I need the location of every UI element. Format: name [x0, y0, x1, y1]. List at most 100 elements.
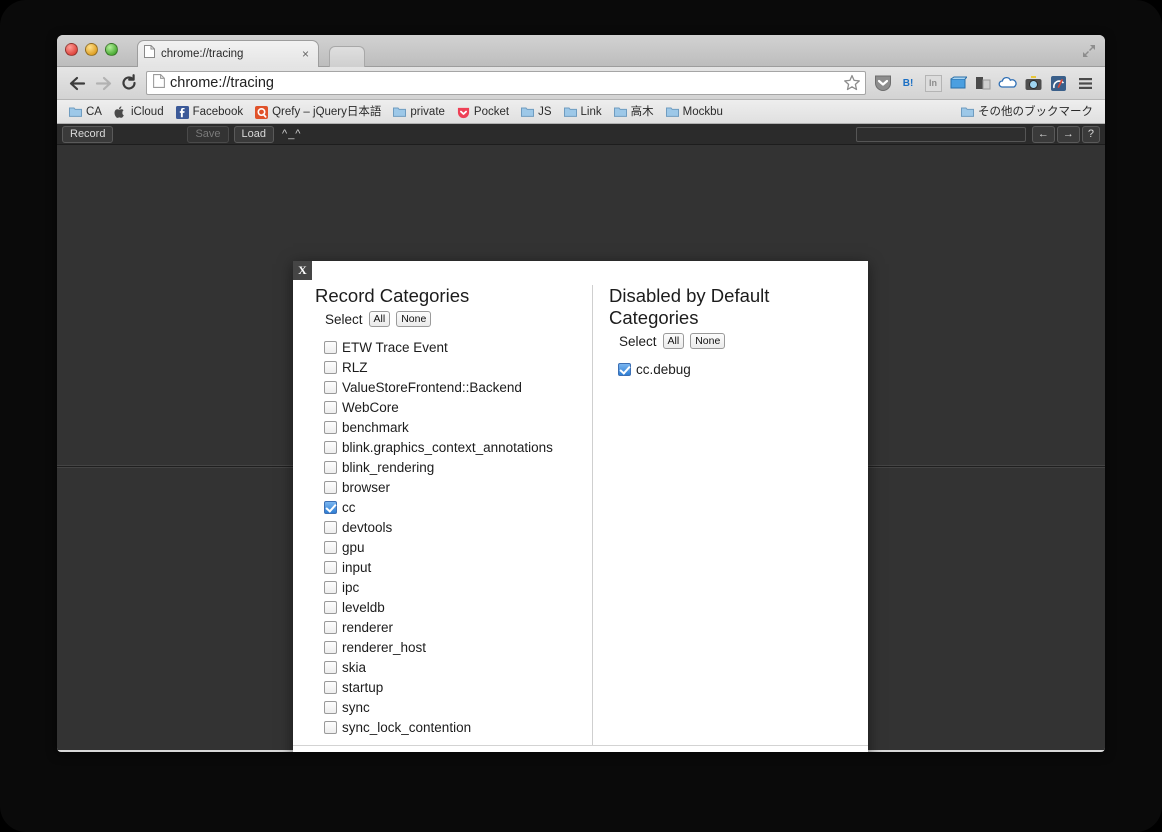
list-item[interactable]: WebCore	[324, 397, 580, 417]
list-item[interactable]: ipc	[324, 577, 580, 597]
bookmark-mockbu[interactable]: Mockbu	[660, 105, 729, 119]
close-icon[interactable]: ×	[299, 48, 312, 61]
record-categories-list[interactable]: ETW Trace Event RLZ ValueStoreFrontend::…	[315, 337, 580, 745]
search-next-button[interactable]: →	[1056, 125, 1080, 143]
page-icon	[153, 73, 165, 93]
bookmark-takagi[interactable]: 高木	[608, 105, 660, 119]
category-checkbox[interactable]	[324, 480, 337, 494]
bookmark-icloud[interactable]: iCloud	[108, 105, 170, 119]
bookmark-label: その他のブックマーク	[978, 105, 1093, 118]
disabled-categories-list[interactable]: cc.debug	[609, 359, 855, 745]
search-input[interactable]	[855, 126, 1026, 142]
list-item[interactable]: skia	[324, 657, 580, 677]
load-button[interactable]: Load	[233, 125, 275, 143]
close-icon[interactable]: X	[293, 261, 312, 280]
list-item[interactable]: sync	[324, 697, 580, 717]
new-tab-button[interactable]	[329, 46, 365, 67]
list-item[interactable]: RLZ	[324, 357, 580, 377]
close-window-button[interactable]	[65, 43, 78, 56]
category-checkbox[interactable]	[324, 380, 337, 394]
list-item[interactable]: blink_rendering	[324, 457, 580, 477]
category-checkbox[interactable]	[324, 600, 337, 614]
camera-extension-icon[interactable]	[1022, 72, 1044, 94]
folder-icon	[69, 106, 82, 117]
select-all-button[interactable]: All	[368, 311, 391, 327]
list-item[interactable]: blink.graphics_context_annotations	[324, 437, 580, 457]
address-bar[interactable]: chrome://tracing	[146, 71, 866, 95]
select-all-button[interactable]: All	[662, 333, 685, 349]
category-label: ValueStoreFrontend::Backend	[342, 379, 522, 395]
forward-button[interactable]	[90, 70, 116, 96]
category-checkbox[interactable]	[324, 360, 337, 374]
list-item[interactable]: renderer_host	[324, 637, 580, 657]
bookmark-private[interactable]: private	[387, 105, 451, 119]
category-checkbox[interactable]	[324, 500, 337, 514]
save-button[interactable]: Save	[187, 125, 229, 143]
category-label: RLZ	[342, 359, 368, 375]
category-checkbox[interactable]	[324, 640, 337, 654]
category-checkbox[interactable]	[324, 620, 337, 634]
bookmark-js[interactable]: JS	[515, 105, 557, 119]
hatena-extension-icon[interactable]: B!	[897, 72, 919, 94]
list-item[interactable]: input	[324, 557, 580, 577]
speedometer-extension-icon[interactable]	[1047, 72, 1069, 94]
category-label: renderer_host	[342, 639, 427, 655]
bookmark-other-bookmarks[interactable]: その他のブックマーク	[955, 105, 1099, 119]
list-item[interactable]: ETW Trace Event	[324, 337, 580, 357]
list-item[interactable]: ValueStoreFrontend::Backend	[324, 377, 580, 397]
bookmark-link[interactable]: Link	[558, 105, 608, 119]
category-checkbox[interactable]	[324, 680, 337, 694]
bookmark-qrefy[interactable]: Qrefy – jQuery日本語	[249, 105, 387, 119]
category-label: sync_lock_contention	[342, 719, 472, 735]
bookmark-ca[interactable]: CA	[63, 105, 108, 119]
linkedin-extension-icon[interactable]: In	[922, 72, 944, 94]
cloud-extension-icon[interactable]	[997, 72, 1019, 94]
category-checkbox[interactable]	[324, 580, 337, 594]
list-item[interactable]: startup	[324, 677, 580, 697]
category-checkbox[interactable]	[324, 400, 337, 414]
category-label: blink_rendering	[342, 459, 435, 475]
list-item[interactable]: renderer	[324, 617, 580, 637]
search-prev-button[interactable]: ←	[1031, 125, 1055, 143]
maximize-window-button[interactable]	[105, 43, 118, 56]
list-item[interactable]: devtools	[324, 517, 580, 537]
category-checkbox[interactable]	[618, 362, 631, 376]
bookmark-facebook[interactable]: Facebook	[170, 105, 250, 119]
browser-window: chrome://tracing × chrome://tracing B! I…	[57, 35, 1105, 752]
list-item[interactable]: gpu	[324, 537, 580, 557]
list-item[interactable]: leveldb	[324, 597, 580, 617]
bookmark-star-icon[interactable]	[843, 74, 861, 92]
category-checkbox[interactable]	[324, 340, 337, 354]
category-checkbox[interactable]	[324, 720, 337, 734]
bookmark-pocket[interactable]: Pocket	[451, 105, 515, 119]
category-checkbox[interactable]	[324, 700, 337, 714]
folder-icon	[563, 106, 577, 117]
category-checkbox[interactable]	[324, 560, 337, 574]
grayscale-extension-icon[interactable]	[972, 72, 994, 94]
list-item[interactable]: cc	[324, 497, 580, 517]
pocket-extension-icon[interactable]	[872, 72, 894, 94]
back-button[interactable]	[64, 70, 90, 96]
select-none-button[interactable]: None	[690, 333, 726, 349]
list-item[interactable]: sync_lock_contention	[324, 717, 580, 737]
category-checkbox[interactable]	[324, 520, 337, 534]
category-checkbox[interactable]	[324, 420, 337, 434]
fullscreen-arrows-icon[interactable]	[1081, 43, 1097, 59]
minimize-window-button[interactable]	[85, 43, 98, 56]
select-none-button[interactable]: None	[396, 311, 432, 327]
category-checkbox[interactable]	[324, 660, 337, 674]
chrome-menu-button[interactable]	[1072, 70, 1098, 96]
list-item[interactable]: cc.debug	[618, 359, 855, 379]
apple-icon	[114, 106, 127, 118]
list-item[interactable]: browser	[324, 477, 580, 497]
category-checkbox[interactable]	[324, 460, 337, 474]
help-button[interactable]: ?	[1081, 125, 1100, 143]
browser-tab[interactable]: chrome://tracing ×	[137, 40, 319, 67]
list-item[interactable]: benchmark	[324, 417, 580, 437]
category-checkbox[interactable]	[324, 440, 337, 454]
category-checkbox[interactable]	[324, 540, 337, 554]
reload-button[interactable]	[116, 70, 142, 96]
blue-window-extension-icon[interactable]	[947, 72, 969, 94]
record-button[interactable]: Record	[62, 125, 114, 143]
category-label: leveldb	[342, 599, 385, 615]
